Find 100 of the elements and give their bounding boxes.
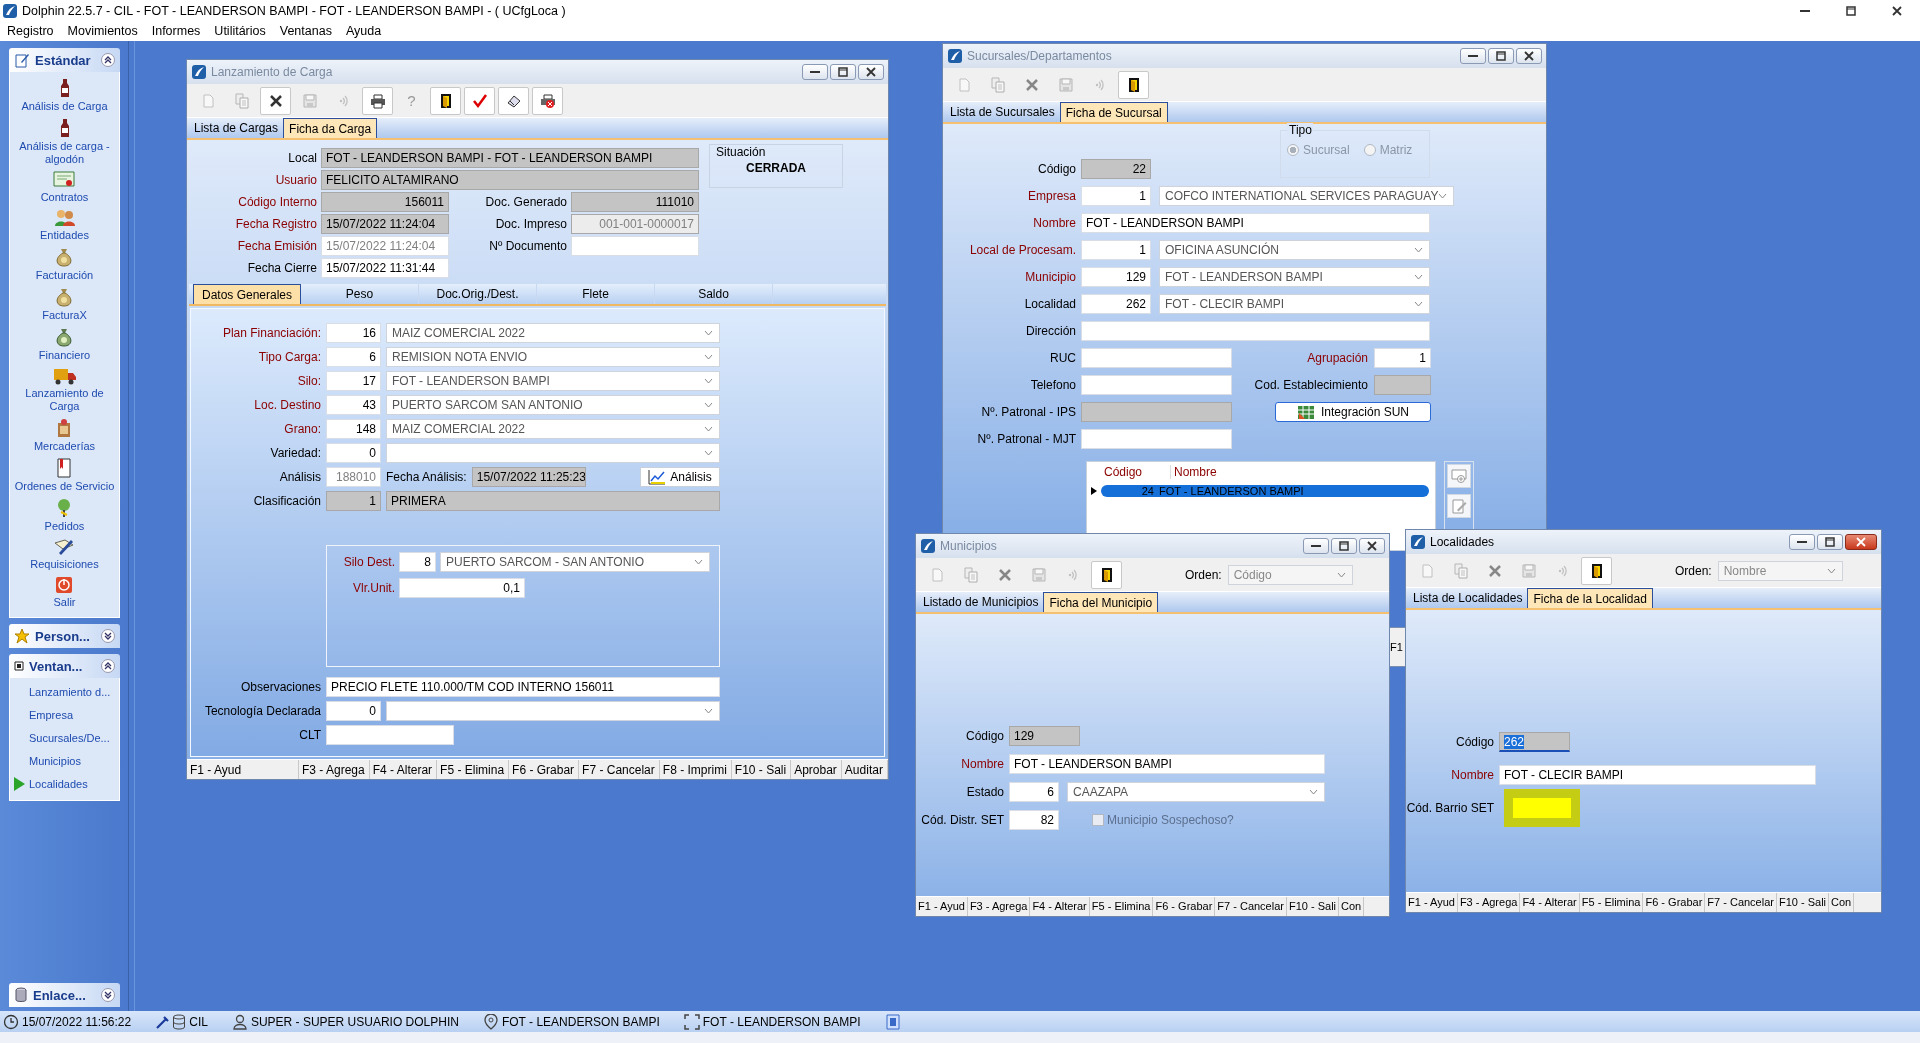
maximize-button[interactable] [1817,534,1843,550]
text-field[interactable]: FELICITO ALTAMIRANO [321,170,699,190]
tab[interactable]: Datos Generales [193,284,301,304]
people-icon[interactable] [53,209,76,227]
dropdown[interactable]: FOT - LEANDERSON BAMPI [386,371,720,391]
group-header[interactable]: Ventan... [9,654,120,678]
text-field[interactable]: FOT - LEANDERSON BAMPI [1081,212,1430,233]
sidebar-item[interactable]: Entidades [40,229,89,242]
money-bag-icon[interactable] [55,327,74,347]
menu-item[interactable]: Registro [7,24,54,38]
collapse-icon[interactable] [101,659,115,673]
sidebar-item[interactable]: FacturaX [42,309,87,322]
text-field[interactable]: 129 [1081,266,1151,287]
tab[interactable]: Ficha de la Localidad [1527,588,1653,608]
tab[interactable]: Ficha del Municipio [1043,592,1159,612]
text-field[interactable]: PRECIO FLETE 110.000/TM COD INTERNO 156011 [326,677,720,697]
text-field[interactable]: 262 [1499,732,1570,752]
tab[interactable]: Flete [537,284,655,304]
checkbox[interactable] [1092,814,1104,826]
sidebar-item[interactable]: Ordenes de Servicio [14,480,115,493]
tab[interactable]: Doc.Orig./Dest. [419,284,537,304]
sidebar-item[interactable]: Salir [53,596,76,609]
sidebar-item[interactable]: Sucursales/De... [29,732,110,744]
minimize-button[interactable] [1789,534,1815,550]
dropdown[interactable]: MAIZ COMERCIAL 2022 [386,323,720,343]
radio-button[interactable] [1363,144,1376,156]
text-field[interactable]: 111010 [571,192,699,212]
splitter[interactable] [128,41,135,1011]
money-bag-icon[interactable] [55,287,74,307]
tab[interactable]: Lista de Cargas [189,118,284,138]
collapse-icon[interactable] [101,53,115,67]
close-button[interactable] [1845,534,1877,550]
group-header[interactable]: Enlace... [9,983,120,1007]
dropdown[interactable]: OFICINA ASUNCIÓN [1159,239,1430,260]
tab[interactable]: Ficha da Carga [283,118,378,138]
menu-item[interactable]: Movimientos [67,24,138,38]
add-button[interactable] [1447,464,1471,488]
dropdown[interactable]: PUERTO SARCOM - SAN ANTONIO [440,552,710,572]
radio-button[interactable] [1287,144,1299,156]
tab[interactable]: Saldo [655,284,773,304]
certificate-icon[interactable] [53,171,76,189]
dropdown[interactable]: REMISION NOTA ENVIO [386,347,720,367]
dropdown[interactable]: COFCO INTERNATIONAL SERVICES PARAGUAY [1159,185,1455,206]
book-icon[interactable] [55,458,74,478]
money-bag-icon[interactable] [55,247,74,267]
analysis-button[interactable]: Análisis [640,467,720,487]
text-field[interactable]: 15/07/2022 11:31:44 [321,258,449,278]
maximize-button[interactable] [830,64,856,80]
close-button[interactable] [1516,48,1542,64]
sidebar-item[interactable]: Financiero [38,349,91,362]
toolbar-button[interactable] [260,86,291,115]
menu-item[interactable]: Utilitários [214,24,266,38]
tab[interactable]: Peso [301,284,419,304]
text-field[interactable]: FOT - LEANDERSON BAMPI - FOT - LEANDERSON BAMPI [321,148,699,168]
text-field[interactable]: 188010 [326,467,381,487]
truck-icon[interactable] [52,367,77,385]
text-field[interactable]: 1 [326,491,381,511]
help-icon[interactable] [884,1013,901,1030]
expand-icon[interactable] [101,988,115,1002]
text-field[interactable]: 15/07/2022 11:25:23 [471,467,586,487]
text-field[interactable] [1081,401,1232,422]
text-field[interactable]: FOT - CLECIR BAMPI [1499,765,1816,785]
sidebar-item[interactable]: Lanzamiento de Carga [12,387,117,413]
sidebar-item[interactable]: Requisiciones [30,558,99,571]
minimize-button[interactable] [1460,48,1486,64]
toolbar-button[interactable] [1118,70,1149,99]
text-field[interactable]: 43 [326,395,381,415]
sidebar-item[interactable]: Mercaderías [33,440,96,453]
toolbar-button[interactable] [1091,560,1122,589]
edit-button[interactable] [1447,494,1471,518]
menu-item[interactable]: Informes [151,24,201,38]
menu-item[interactable]: Ventanas [279,24,332,38]
tab[interactable]: Ficha de Sucursal [1059,102,1168,122]
text-field[interactable]: 0 [326,443,381,463]
text-field[interactable]: 129 [1009,726,1080,746]
sidebar-item[interactable]: Facturación [35,269,94,282]
power-icon[interactable] [55,576,74,594]
tab[interactable]: Lista de Localidades [1408,588,1528,608]
group-header[interactable]: Person... [9,624,120,648]
toolbar-button[interactable] [430,86,461,115]
text-field[interactable]: FOT - LEANDERSON BAMPI [1009,754,1325,774]
sidebar-item[interactable]: Empresa [29,709,74,721]
toolbar-button[interactable] [362,86,393,115]
dropdown[interactable]: CAAZAPA [1067,782,1325,802]
dropdown[interactable]: PUERTO SARCOM SAN ANTONIO [386,395,720,415]
dropdown[interactable]: FOT - LEANDERSON BAMPI [1159,266,1430,287]
text-field[interactable]: 262 [1081,293,1151,314]
text-field[interactable]: 16 [326,323,381,343]
minimize-button[interactable] [802,64,828,80]
sidebar-item[interactable]: Pedidos [44,520,85,533]
text-field[interactable]: 15/07/2022 11:24:04 [321,214,449,234]
dropdown[interactable]: MAIZ COMERCIAL 2022 [386,419,720,439]
column-header[interactable]: Código [1101,464,1171,479]
sidebar-item[interactable]: Localidades [29,778,88,790]
text-field[interactable]: 148 [326,419,381,439]
toolbar-button[interactable] [1581,556,1612,585]
text-field[interactable]: 0 [326,701,381,721]
text-field[interactable]: 8 [399,552,436,572]
text-field[interactable]: 82 [1009,810,1059,830]
tab[interactable]: Listado de Municipios [918,592,1044,612]
